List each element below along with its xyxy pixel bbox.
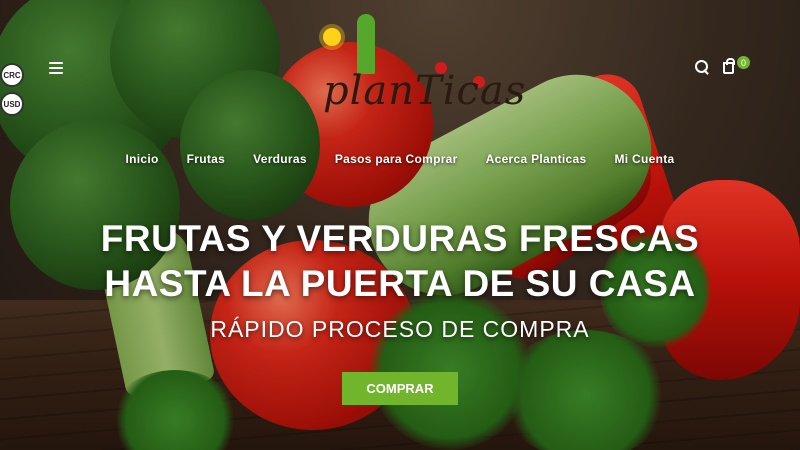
main-nav: Inicio Frutas Verduras Pasos para Compra… bbox=[0, 152, 800, 166]
nav-item-pasos-para-comprar[interactable]: Pasos para Comprar bbox=[335, 152, 458, 166]
logo-text: planTicas bbox=[323, 68, 527, 114]
nav-item-inicio[interactable]: Inicio bbox=[125, 152, 158, 166]
hero-title-line1: FRUTAS Y VERDURAS FRESCAS bbox=[100, 218, 700, 259]
hero-title: FRUTAS Y VERDURAS FRESCAS HASTA LA PUERT… bbox=[0, 216, 800, 306]
nav-item-acerca-planticas[interactable]: Acerca Planticas bbox=[486, 152, 587, 166]
nav-item-frutas[interactable]: Frutas bbox=[187, 152, 225, 166]
comprar-button[interactable]: COMPRAR bbox=[342, 372, 458, 405]
sprout-icon bbox=[357, 14, 375, 74]
menu-icon[interactable] bbox=[49, 62, 63, 74]
nav-item-verduras[interactable]: Verduras bbox=[253, 152, 307, 166]
currency-crc-button[interactable]: CRC bbox=[0, 63, 24, 87]
nav-item-mi-cuenta[interactable]: Mi Cuenta bbox=[614, 152, 674, 166]
logo[interactable]: planTicas bbox=[305, 10, 525, 125]
cart-icon[interactable] bbox=[723, 58, 735, 74]
hero-subtitle: RÁPIDO PROCESO DE COMPRA bbox=[210, 316, 590, 342]
hero-title-line2: HASTA LA PUERTA DE SU CASA bbox=[104, 263, 696, 304]
search-icon[interactable] bbox=[695, 60, 709, 74]
cart-count-badge: 0 bbox=[737, 56, 750, 69]
currency-usd-button[interactable]: USD bbox=[0, 92, 24, 116]
sun-icon bbox=[323, 28, 341, 46]
